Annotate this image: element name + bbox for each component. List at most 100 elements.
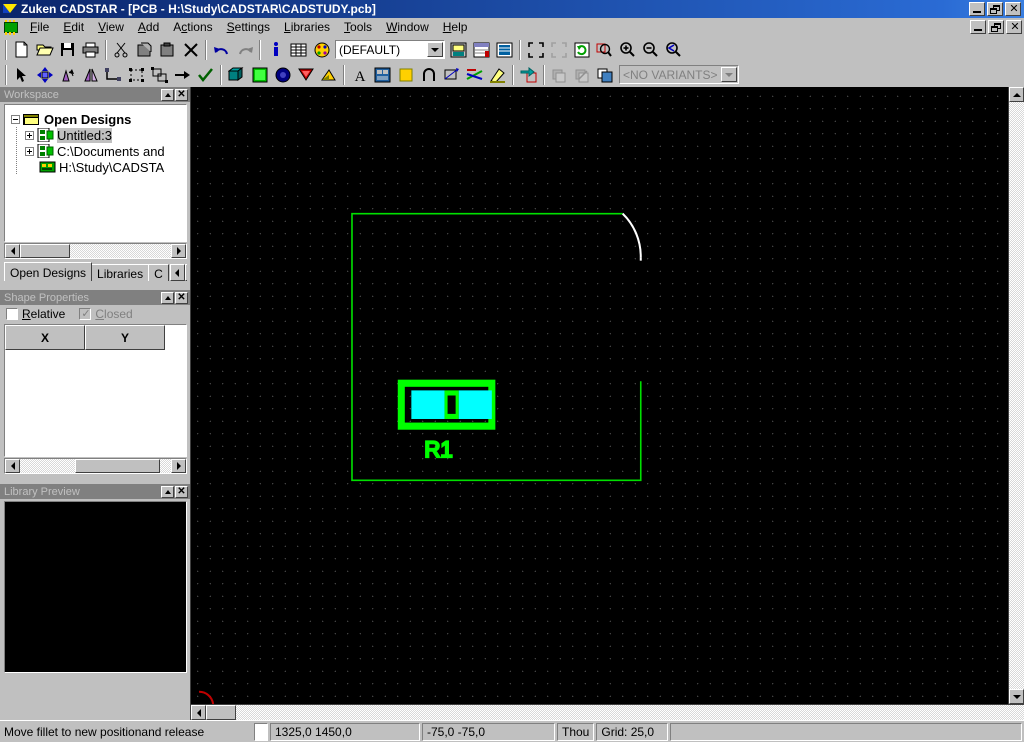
canvas-hscroll-track[interactable] [236,705,1024,720]
text-icon[interactable]: A [348,64,371,86]
column-header-x[interactable]: X [5,325,85,350]
mdi-minimize-button[interactable] [970,20,986,34]
signal-icon[interactable] [463,64,486,86]
library-preview-right-pane[interactable] [96,503,185,671]
variant-copy-icon[interactable] [594,64,617,86]
report-grid-icon[interactable] [287,39,310,61]
align-icon[interactable] [171,64,194,86]
document-chip-icon[interactable] [2,19,20,35]
colours-palette-icon[interactable] [310,39,333,61]
sp-scroll-thumb[interactable] [75,459,160,473]
menu-edit[interactable]: Edit [56,18,91,36]
redo-arrow-icon[interactable] [233,39,256,61]
save-disk-icon[interactable] [56,39,79,61]
move-icon[interactable] [33,64,56,86]
tree-row-design-2[interactable]: C:\Documents and [11,143,186,159]
pad-icon[interactable] [394,64,417,86]
canvas-scroll-left-button[interactable] [191,705,206,720]
restore-button[interactable] [987,2,1003,16]
shape-properties-grid[interactable]: X Y [4,324,187,457]
colour-scheme-combo[interactable]: (DEFAULT) [335,40,445,59]
library-preview-collapse-button[interactable] [161,485,174,498]
sp-scroll-right-button[interactable] [171,459,186,473]
minimize-button[interactable] [969,2,985,16]
zoom-selection-icon[interactable] [547,39,570,61]
route-icon[interactable] [417,64,440,86]
canvas-scroll-down-button[interactable] [1009,689,1024,704]
canvas-hscrollbar[interactable] [191,704,1024,720]
print-icon[interactable] [79,39,102,61]
tab-scroll-right-button[interactable] [184,264,187,281]
menu-add[interactable]: Add [131,18,166,36]
status-units[interactable]: Thou [557,722,595,741]
library-preview-left-pane[interactable] [6,503,95,671]
expander-plus-icon[interactable] [25,130,34,140]
expander-minus-icon[interactable] [11,114,20,124]
workspace-collapse-button[interactable] [161,88,174,101]
ungroup-icon[interactable] [148,64,171,86]
menu-tools[interactable]: Tools [337,18,379,36]
open-folder-icon[interactable] [33,39,56,61]
zoom-fit-icon[interactable] [524,39,547,61]
scroll-right-button[interactable] [171,244,186,258]
shape-fill-icon[interactable] [317,64,340,86]
zoom-previous-icon[interactable] [662,39,685,61]
menu-file[interactable]: File [23,18,56,36]
delete-x-icon[interactable] [179,39,202,61]
library-preview-area[interactable] [4,501,187,673]
cut-scissors-icon[interactable] [110,39,133,61]
shape-properties-close-button[interactable]: ✕ [175,291,188,304]
zoom-in-icon[interactable] [616,39,639,61]
paste-clipboard-icon[interactable] [156,39,179,61]
mdi-restore-button[interactable] [988,20,1004,34]
undo-arrow-icon[interactable] [210,39,233,61]
column-header-y[interactable]: Y [85,325,165,350]
copy-icon[interactable] [133,39,156,61]
menu-view[interactable]: View [91,18,131,36]
workspace-tree[interactable]: Open Designs Untitled:3 C:\Documents and… [4,104,187,242]
change-shape-icon[interactable] [102,64,125,86]
scroll-thumb[interactable] [20,244,70,258]
sp-scroll-track[interactable] [20,459,171,473]
relative-checkbox[interactable] [6,308,18,320]
menu-libraries[interactable]: Libraries [277,18,337,36]
shape-properties-hscrollbar[interactable] [4,458,187,474]
highlight-icon[interactable] [486,64,509,86]
export-icon[interactable] [517,64,540,86]
tab-libraries[interactable]: Libraries [91,264,150,281]
chevron-down-icon[interactable] [427,42,443,57]
canvas-hscroll-thumb[interactable] [206,705,236,720]
pcb-canvas[interactable]: R1 [191,87,1008,704]
tab-components[interactable]: C [148,264,169,281]
mdi-close-button[interactable]: ✕ [1006,20,1022,34]
workspace-hscrollbar[interactable] [4,243,187,259]
shape-properties-collapse-button[interactable] [161,291,174,304]
select-arrow-icon[interactable] [10,64,33,86]
via-icon[interactable] [271,64,294,86]
tree-row-root[interactable]: Open Designs [11,111,186,127]
component-icon[interactable] [225,64,248,86]
sp-scroll-left-button[interactable] [5,459,20,473]
check-icon[interactable] [194,64,217,86]
mirror-icon[interactable] [79,64,102,86]
rotate-icon[interactable] [56,64,79,86]
library-preview-close-button[interactable]: ✕ [175,485,188,498]
canvas-vscrollbar[interactable] [1008,87,1024,704]
group-icon[interactable] [125,64,148,86]
zoom-window-icon[interactable] [593,39,616,61]
testpoint-icon[interactable] [294,64,317,86]
menu-window[interactable]: Window [379,18,436,36]
variant-combo[interactable]: <NO VARIANTS> [619,65,739,84]
new-document-icon[interactable] [10,39,33,61]
dimension-icon[interactable] [440,64,463,86]
close-button[interactable]: ✕ [1005,2,1021,16]
menu-settings[interactable]: Settings [220,18,277,36]
variant-chevron-down-icon[interactable] [721,67,737,82]
net-classes-icon[interactable] [493,39,516,61]
scroll-track[interactable] [20,244,171,258]
copper-area-icon[interactable] [248,64,271,86]
menu-actions[interactable]: Actions [166,18,219,36]
status-grid[interactable]: Grid: 25,0 [596,722,669,741]
redraw-icon[interactable] [570,39,593,61]
scroll-left-button[interactable] [5,244,20,258]
